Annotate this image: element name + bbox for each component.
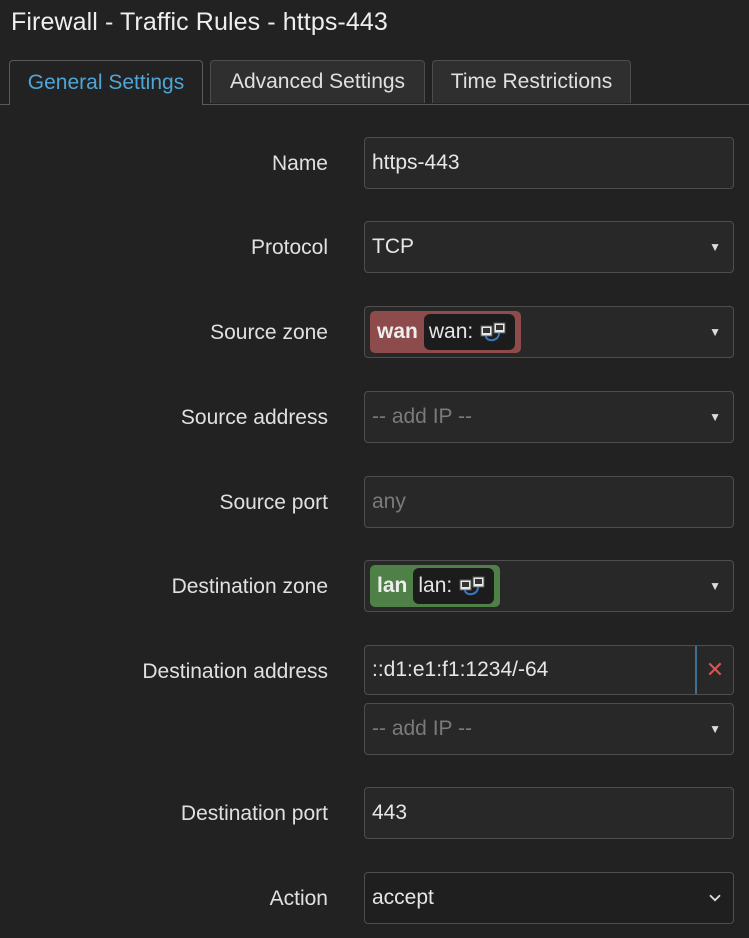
protocol-select[interactable]: TCP ▼ [364, 221, 734, 273]
source-address-select[interactable]: -- add IP -- ▼ [364, 391, 734, 443]
name-value: https-443 [372, 151, 460, 174]
source-zone-label: Source zone [210, 321, 328, 344]
destination-zone-select[interactable]: lan lan: ▼ [364, 560, 734, 612]
destination-address-label: Destination address [142, 660, 328, 683]
tab-advanced-settings[interactable]: Advanced Settings [210, 60, 425, 103]
source-zone-name: wan [377, 320, 418, 343]
tab-time-restrictions[interactable]: Time Restrictions [432, 60, 631, 103]
tab-general-settings[interactable]: General Settings [9, 60, 203, 105]
caret-down-icon: ▼ [709, 579, 721, 593]
source-address-placeholder: -- add IP -- [372, 405, 472, 428]
destination-port-input[interactable]: 443 [364, 787, 734, 839]
name-input[interactable]: https-443 [364, 137, 734, 189]
chevron-down-icon [709, 894, 721, 902]
action-label: Action [269, 887, 328, 910]
source-port-input[interactable]: any [364, 476, 734, 528]
action-value: accept [372, 886, 434, 909]
protocol-label: Protocol [250, 236, 328, 259]
source-port-placeholder: any [372, 490, 406, 513]
caret-down-icon: ▼ [709, 410, 721, 424]
destination-address-placeholder: -- add IP -- [372, 717, 472, 740]
destination-address-add-select[interactable]: -- add IP -- ▼ [364, 703, 734, 755]
source-address-label: Source address [180, 406, 328, 429]
destination-zone-network: lan: [413, 568, 495, 604]
destination-zone-label: Destination zone [171, 575, 328, 598]
destination-address-value: ::d1:e1:f1:1234/-64 [372, 658, 549, 681]
name-label: Name [271, 152, 328, 175]
destination-address-entry[interactable]: ::d1:e1:f1:1234/-64 ✕ [364, 645, 734, 695]
source-zone-select[interactable]: wan wan: ▼ [364, 306, 734, 358]
source-zone-badge: wan wan: [370, 311, 522, 353]
source-zone-network-label: wan: [428, 320, 474, 343]
source-port-label: Source port [219, 491, 328, 514]
protocol-value: TCP [372, 235, 414, 258]
tab-bar: General Settings Advanced Settings Time … [0, 60, 749, 105]
destination-port-label: Destination port [180, 802, 328, 825]
remove-icon[interactable]: ✕ [695, 646, 733, 694]
network-ports-icon [459, 576, 485, 596]
destination-zone-name: lan [377, 574, 408, 597]
action-select[interactable]: accept [364, 872, 734, 924]
caret-down-icon: ▼ [709, 722, 721, 736]
page-title: Firewall - Traffic Rules - https-443 [11, 8, 388, 36]
destination-zone-network-label: lan: [418, 574, 453, 597]
caret-down-icon: ▼ [709, 240, 721, 254]
caret-down-icon: ▼ [709, 325, 721, 339]
destination-zone-badge: lan lan: [370, 565, 501, 607]
network-ports-icon [480, 322, 506, 342]
destination-port-value: 443 [372, 801, 408, 824]
source-zone-network: wan: [423, 314, 516, 350]
